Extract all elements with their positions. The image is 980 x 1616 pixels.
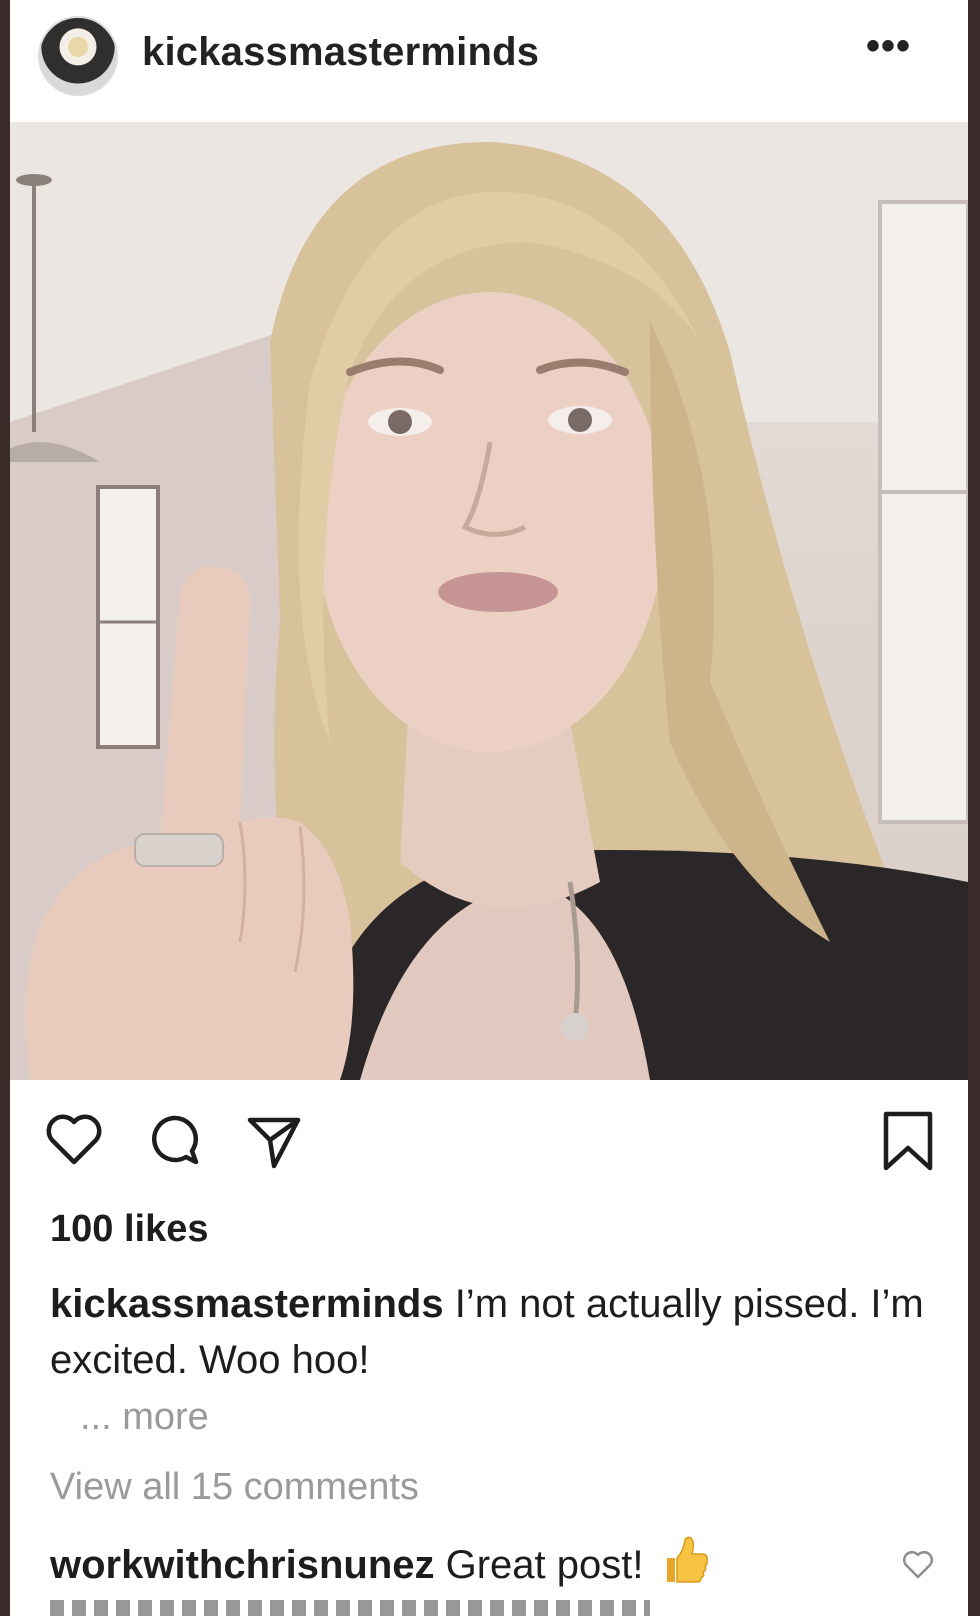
bookmark-icon — [883, 1111, 933, 1171]
comment-username[interactable]: workwithchrisnunez — [50, 1543, 435, 1587]
post-card: kickassmasterminds ••• 100 likes kickass… — [10, 0, 968, 1616]
post-caption: kickassmasterminds I’m not actually piss… — [50, 1276, 930, 1388]
share-button[interactable] — [242, 1108, 306, 1172]
action-bar — [10, 1108, 968, 1172]
like-button[interactable] — [42, 1108, 106, 1172]
view-all-comments-link[interactable]: View all 15 comments — [50, 1466, 419, 1509]
caption-username[interactable]: kickassmasterminds — [50, 1282, 444, 1326]
comment-row: workwithchrisnunez Great post! — [50, 1534, 890, 1588]
post-photo[interactable] — [10, 122, 968, 1080]
heart-icon — [46, 1114, 102, 1165]
save-button[interactable] — [876, 1108, 940, 1172]
post-header: kickassmasterminds ••• — [10, 0, 968, 122]
post-username[interactable]: kickassmasterminds — [142, 30, 539, 75]
avatar[interactable] — [38, 16, 118, 96]
share-icon — [247, 1117, 301, 1169]
comment-button[interactable] — [142, 1108, 206, 1172]
photo-illustration — [10, 122, 968, 1080]
caption-more-link[interactable]: ... more — [80, 1396, 209, 1439]
thumbs-up-icon — [666, 1536, 708, 1583]
comment-icon — [152, 1115, 199, 1165]
comment-text: Great post! — [434, 1543, 644, 1587]
comment-like-icon[interactable] — [900, 1546, 936, 1582]
more-options-button[interactable]: ••• — [866, 26, 911, 66]
like-count[interactable]: 100 likes — [50, 1208, 208, 1251]
cut-off-comment — [50, 1600, 650, 1616]
